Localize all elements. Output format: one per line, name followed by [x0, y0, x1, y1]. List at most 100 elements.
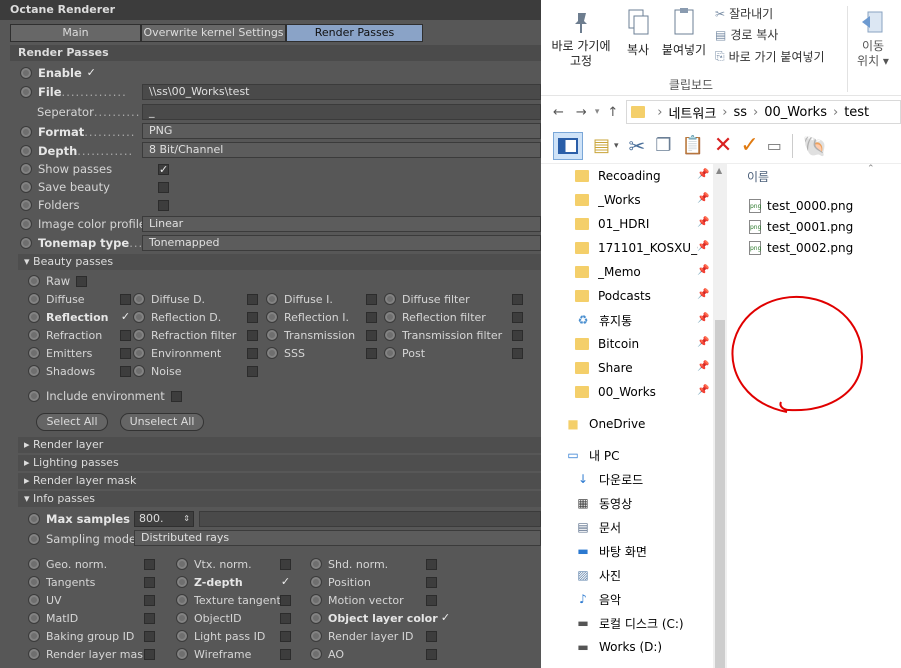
- beauty-pass-checkbox[interactable]: [120, 329, 131, 341]
- beauty-pass-checkbox[interactable]: [366, 293, 377, 305]
- nav-item[interactable]: Recoading 📌: [541, 164, 711, 188]
- sampling-mode-select[interactable]: Distributed rays: [134, 530, 541, 546]
- breadcrumb-item[interactable]: 00_Works: [764, 105, 827, 120]
- beauty-pass-checkbox[interactable]: [512, 293, 523, 305]
- animate-radio[interactable]: [20, 199, 32, 211]
- animate-radio[interactable]: [28, 293, 40, 305]
- raw-checkbox[interactable]: [76, 275, 88, 287]
- copy-icon[interactable]: ❐: [655, 135, 671, 156]
- rename-icon[interactable]: ▭: [767, 136, 782, 155]
- animate-radio[interactable]: [176, 558, 188, 570]
- move-to-button[interactable]: 이동 위치 ▾: [853, 8, 893, 69]
- beauty-pass-checkbox[interactable]: [247, 311, 258, 323]
- tab-render-passes[interactable]: Render Passes: [286, 24, 423, 42]
- beauty-pass-checkbox[interactable]: [120, 365, 131, 377]
- animate-radio[interactable]: [310, 594, 322, 606]
- animate-radio[interactable]: [384, 347, 396, 359]
- nav-item[interactable]: 00_Works 📌: [541, 380, 711, 404]
- info-pass-checkbox[interactable]: [426, 648, 437, 660]
- pin-quick-access-button[interactable]: 바로 가기에 고정: [547, 10, 615, 69]
- unselect-all-button[interactable]: Unselect All: [120, 413, 204, 431]
- breadcrumb-item[interactable]: test: [844, 105, 869, 120]
- beauty-pass-checkbox[interactable]: [366, 347, 377, 359]
- nav-item[interactable]: _Memo 📌: [541, 260, 711, 284]
- lighting-passes-header[interactable]: ▸ Lighting passes: [18, 455, 541, 471]
- info-pass-checkbox[interactable]: [144, 630, 155, 642]
- scroll-thumb[interactable]: [715, 320, 725, 668]
- folders-checkbox[interactable]: [158, 199, 169, 211]
- info-pass-checkbox[interactable]: [280, 594, 291, 606]
- nav-item[interactable]: ▬ 로컬 디스크 (C:): [541, 611, 711, 635]
- scroll-up-icon[interactable]: ▲: [716, 166, 722, 175]
- animate-radio[interactable]: [28, 612, 40, 624]
- animate-radio[interactable]: [28, 576, 40, 588]
- info-pass-checkbox[interactable]: [144, 558, 155, 570]
- chevron-down-icon[interactable]: ▾: [614, 141, 619, 151]
- animate-radio[interactable]: [310, 558, 322, 570]
- nav-item[interactable]: _Works 📌: [541, 188, 711, 212]
- save-beauty-checkbox[interactable]: [158, 181, 169, 193]
- copy-button[interactable]: 복사: [621, 8, 655, 58]
- paste-icon[interactable]: 📋: [681, 135, 703, 156]
- info-pass-checkbox[interactable]: [280, 648, 291, 660]
- nav-item[interactable]: ▬ 바탕 화면: [541, 539, 711, 563]
- nav-item[interactable]: ▦ 동영상: [541, 491, 711, 515]
- animate-radio[interactable]: [28, 365, 40, 377]
- animate-radio[interactable]: [133, 329, 145, 341]
- max-samples-slider[interactable]: [199, 511, 541, 527]
- animate-radio[interactable]: [20, 181, 32, 193]
- beauty-pass-checkbox[interactable]: [247, 293, 258, 305]
- nav-item[interactable]: ▨ 사진: [541, 563, 711, 587]
- beauty-passes-header[interactable]: ▾ Beauty passes: [18, 254, 541, 270]
- info-pass-checkbox[interactable]: [280, 630, 291, 642]
- nav-item[interactable]: 01_HDRI 📌: [541, 212, 711, 236]
- breadcrumb-item[interactable]: 네트워크: [668, 103, 716, 122]
- beauty-pass-checkbox[interactable]: [366, 311, 377, 323]
- properties-icon[interactable]: ▤: [593, 135, 610, 156]
- animate-radio[interactable]: [176, 648, 188, 660]
- animate-radio[interactable]: [384, 329, 396, 341]
- info-pass-checkbox[interactable]: ✓: [280, 576, 291, 588]
- nav-item[interactable]: Share 📌: [541, 356, 711, 380]
- render-layer-mask-header[interactable]: ▸ Render layer mask: [18, 473, 541, 489]
- animate-radio[interactable]: [310, 612, 322, 624]
- paste-shortcut-button[interactable]: ⎘ 바로 가기 붙여넣기: [715, 48, 825, 65]
- animate-radio[interactable]: [133, 293, 145, 305]
- file-item[interactable]: png test_0002.png: [749, 238, 853, 258]
- nav-item[interactable]: ↓ 다운로드: [541, 467, 711, 491]
- animate-radio[interactable]: [20, 145, 32, 157]
- animate-radio[interactable]: [20, 237, 32, 249]
- name-column-header[interactable]: 이름: [747, 168, 769, 185]
- checkmark-icon[interactable]: ✓: [740, 133, 758, 158]
- nav-item[interactable]: ▭ 내 PC: [541, 443, 711, 467]
- back-arrow-icon[interactable]: ←: [553, 105, 564, 120]
- depth-select[interactable]: 8 Bit/Channel: [142, 142, 541, 158]
- info-pass-checkbox[interactable]: [280, 612, 291, 624]
- animate-radio[interactable]: [133, 365, 145, 377]
- animate-radio[interactable]: [28, 648, 40, 660]
- navigation-pane-icon[interactable]: [553, 131, 583, 160]
- copy-path-button[interactable]: ▤ 경로 복사: [715, 26, 778, 43]
- beauty-pass-checkbox[interactable]: [512, 311, 523, 323]
- animate-radio[interactable]: [28, 533, 40, 545]
- animate-radio[interactable]: [133, 311, 145, 323]
- beauty-pass-checkbox[interactable]: [512, 329, 523, 341]
- beauty-pass-checkbox[interactable]: [247, 347, 258, 359]
- nav-item[interactable]: ♪ 음악: [541, 587, 711, 611]
- beauty-pass-checkbox[interactable]: [120, 293, 131, 305]
- file-item[interactable]: png test_0000.png: [749, 196, 853, 216]
- info-pass-checkbox[interactable]: [144, 648, 155, 660]
- tab-overwrite-kernel[interactable]: Overwrite kernel Settings: [141, 24, 286, 42]
- info-pass-checkbox[interactable]: [144, 594, 155, 606]
- show-passes-checkbox[interactable]: ✓: [158, 163, 169, 175]
- beauty-pass-checkbox[interactable]: [512, 347, 523, 359]
- forward-arrow-icon[interactable]: →: [576, 105, 587, 120]
- file-item[interactable]: png test_0001.png: [749, 217, 853, 237]
- up-arrow-icon[interactable]: ↑: [607, 105, 618, 120]
- nav-item[interactable]: 171101_KOSXU_Cl 📌: [541, 236, 711, 260]
- nav-item[interactable]: ■ OneDrive: [541, 412, 711, 436]
- paste-button[interactable]: 붙여넣기: [659, 6, 709, 58]
- nav-item[interactable]: ♻ 휴지통 📌: [541, 308, 711, 332]
- spinner-icon[interactable]: ⇕: [183, 512, 190, 526]
- recent-chevron-icon[interactable]: ▾: [595, 107, 600, 117]
